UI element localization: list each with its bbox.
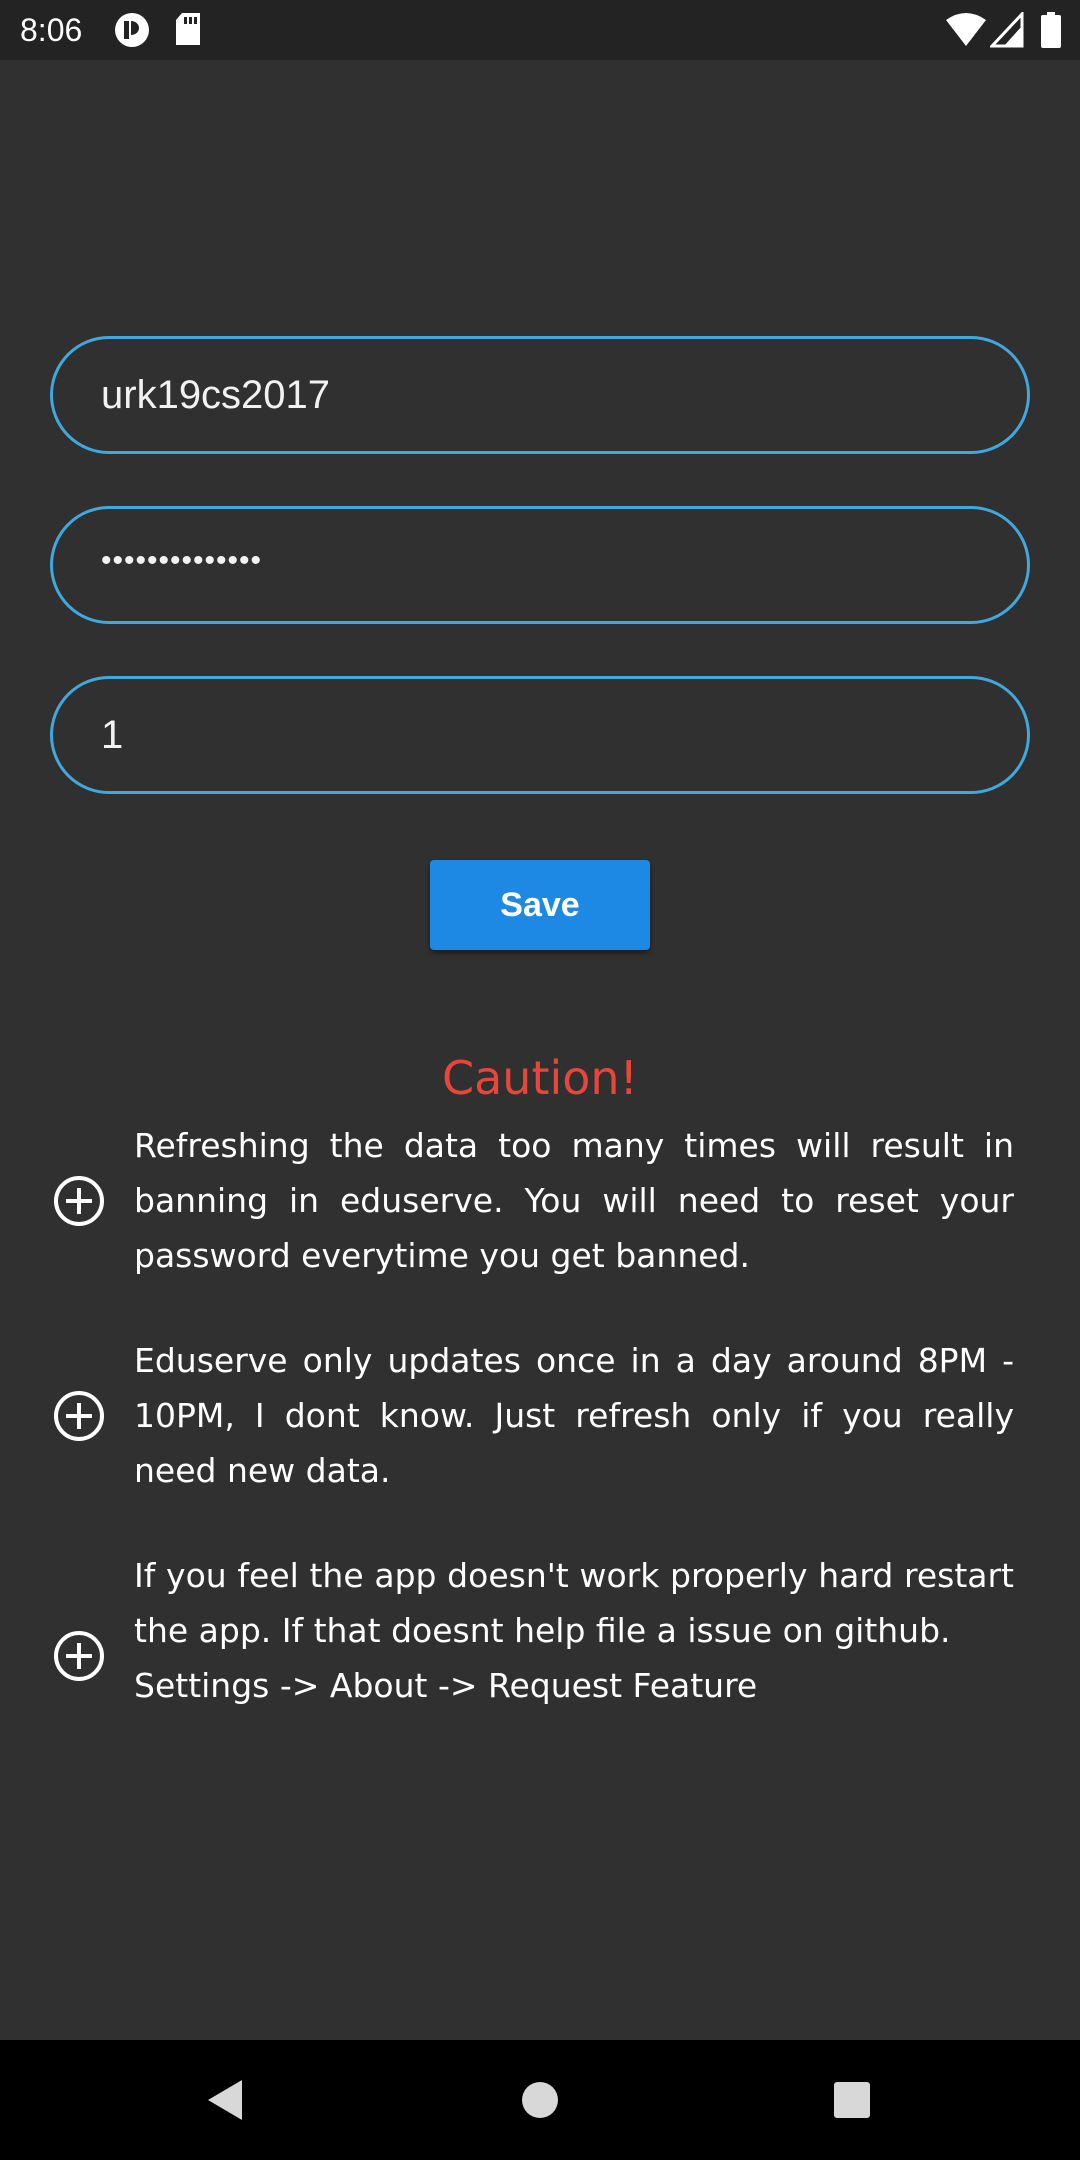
plus-circle-icon [53, 1390, 105, 1442]
password-field[interactable]: •••••••••••••• [50, 506, 1030, 624]
username-value: urk19cs2017 [101, 373, 331, 417]
status-bar: 8:06 [0, 0, 1080, 60]
wifi-icon [946, 12, 986, 48]
app-notification-icon [114, 12, 150, 48]
caution-note-path: Settings -> About -> Request Feature [134, 1666, 758, 1705]
caution-note-text: Refreshing the data too many times will … [134, 1126, 1014, 1275]
save-button[interactable]: Save [430, 860, 650, 950]
home-icon[interactable] [510, 2070, 570, 2130]
caution-note-text: If you feel the app doesn't work properl… [134, 1548, 1014, 1713]
back-icon[interactable] [196, 2070, 256, 2130]
username-field[interactable]: urk19cs2017 [50, 336, 1030, 454]
semester-value: 1 [101, 713, 124, 757]
battery-icon [1040, 12, 1062, 48]
recents-icon[interactable] [822, 2070, 882, 2130]
navigation-bar [0, 2040, 1080, 2160]
password-value: •••••••••••••• [101, 544, 263, 577]
status-time: 8:06 [20, 12, 83, 48]
caution-note-text: Eduserve only updates once in a day arou… [134, 1341, 1014, 1490]
plus-circle-icon [53, 1175, 105, 1227]
caution-note-body: If you feel the app doesn't work properl… [134, 1556, 1014, 1650]
caution-title: Caution! [441, 1051, 639, 1105]
semester-field[interactable]: 1 [50, 676, 1030, 794]
cell-signal-icon [988, 10, 1024, 48]
screen: 8:06 urk19cs2017 •••••••••••••• 1 Save C… [0, 0, 1080, 2160]
sd-card-icon [174, 12, 202, 48]
plus-circle-icon [53, 1630, 105, 1682]
